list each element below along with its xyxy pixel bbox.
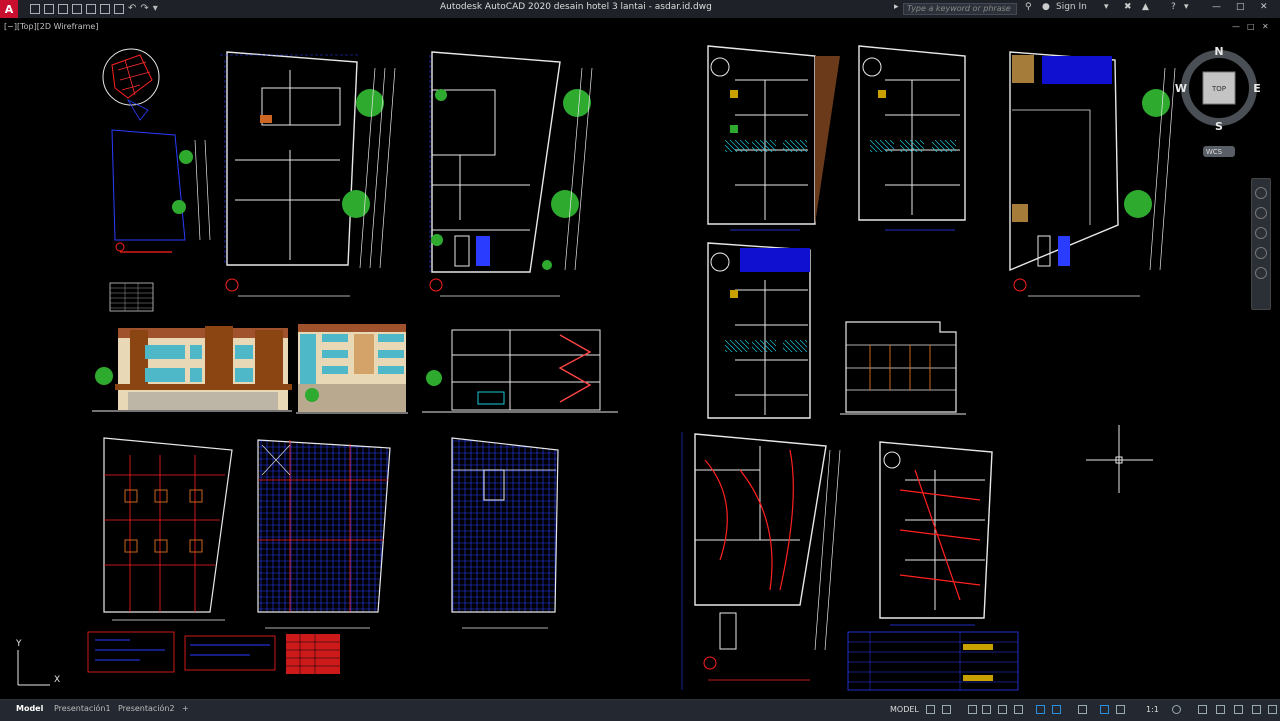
steering-wheel-icon[interactable]	[1255, 187, 1267, 199]
osnap-icon[interactable]	[1036, 705, 1045, 714]
electrical-legend-table	[847, 631, 1019, 691]
osnap-tracking-icon[interactable]	[1014, 705, 1023, 714]
electrical-plan-upper-drawing	[879, 441, 993, 626]
navigation-bar	[1251, 178, 1271, 310]
tab-presentacion1[interactable]: Presentación1	[54, 704, 111, 713]
rear-elevation-drawing	[840, 321, 966, 415]
quick-properties-icon[interactable]	[1234, 705, 1243, 714]
floor-framing-plan-drawing	[257, 439, 391, 629]
wcs-label: WCS	[1206, 148, 1223, 156]
crosshair-cursor	[1086, 425, 1153, 493]
first-floor-plan-drawing	[429, 51, 593, 297]
fourth-floor-plan-drawing	[707, 242, 811, 419]
roof-plan-drawing	[1009, 51, 1176, 297]
snap-icon[interactable]	[942, 705, 951, 714]
compass-north: N	[1214, 45, 1223, 58]
isodraft-icon[interactable]	[998, 705, 1007, 714]
isolate-objects-icon[interactable]	[1252, 705, 1261, 714]
second-floor-plan-drawing	[707, 45, 840, 231]
viewcube-top-label: TOP	[1211, 85, 1226, 93]
polar-icon[interactable]	[982, 705, 991, 714]
roof-framing-plan-drawing	[451, 437, 559, 629]
compass-south: S	[1215, 120, 1223, 133]
annotation-scale[interactable]: 1:1	[1146, 705, 1159, 714]
tab-presentacion2[interactable]: Presentación2	[118, 704, 175, 713]
location-map	[102, 48, 160, 121]
ground-floor-plan-drawing	[220, 51, 396, 297]
units-icon[interactable]	[1216, 705, 1225, 714]
compass-east: E	[1253, 82, 1261, 95]
zoom-extents-icon[interactable]	[1255, 227, 1267, 239]
drawing-canvas[interactable]: X Y TOP N S E W WCS	[0, 0, 1280, 720]
showmotion-icon[interactable]	[1255, 267, 1267, 279]
annotation-monitor-icon[interactable]	[1198, 705, 1207, 714]
status-bar: Model Presentación1 Presentación2 + MODE…	[0, 699, 1280, 721]
site-plan-drawing	[111, 129, 211, 253]
ucs-y-label: Y	[15, 639, 22, 649]
ucs-x-label: X	[54, 675, 60, 685]
structural-details-drawing	[87, 631, 340, 674]
legend-table	[109, 282, 154, 312]
transparency-icon[interactable]	[1078, 705, 1087, 714]
foundation-plan-drawing	[103, 437, 233, 621]
building-section-drawing	[422, 329, 618, 413]
side-elevation-drawing	[296, 324, 408, 414]
ortho-icon[interactable]	[968, 705, 977, 714]
front-elevation-drawing	[92, 326, 292, 412]
grid-icon[interactable]	[926, 705, 935, 714]
tab-model[interactable]: Model	[16, 704, 43, 713]
viewcube[interactable]: TOP N S E W WCS	[1175, 45, 1261, 157]
orbit-icon[interactable]	[1255, 247, 1267, 259]
workspace-gear-icon[interactable]	[1172, 705, 1181, 714]
model-space-button[interactable]: MODEL	[890, 705, 919, 714]
customization-menu-icon[interactable]	[1268, 705, 1277, 714]
lineweight-icon[interactable]	[1052, 705, 1061, 714]
electrical-plan-ground-drawing	[681, 432, 841, 690]
add-layout-tab[interactable]: +	[182, 704, 189, 713]
compass-west: W	[1175, 82, 1187, 95]
auto-scale-icon[interactable]	[1116, 705, 1125, 714]
third-floor-plan-drawing	[858, 45, 966, 231]
ucs-icon: X Y	[15, 639, 60, 686]
annotation-visibility-icon[interactable]	[1100, 705, 1109, 714]
pan-icon[interactable]	[1255, 207, 1267, 219]
